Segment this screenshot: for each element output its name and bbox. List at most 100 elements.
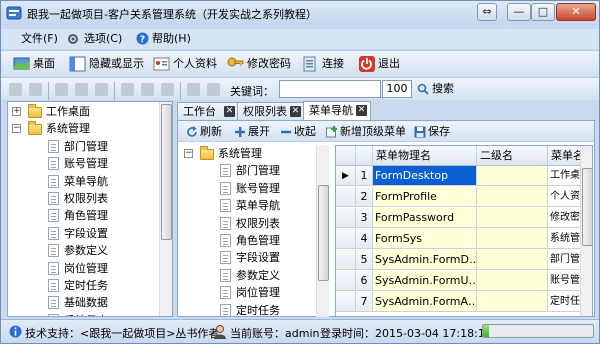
second-name-cell[interactable] bbox=[477, 187, 548, 207]
exit-button[interactable]: 退出 bbox=[358, 54, 404, 74]
desktop-button[interactable]: 桌面 bbox=[13, 54, 63, 74]
tree-node[interactable]: − 系统管理 bbox=[8, 121, 158, 137]
toggle-visibility-button[interactable]: 隐藏或显示 bbox=[69, 54, 147, 74]
grid-header-physical[interactable]: 菜单物理名 bbox=[373, 146, 477, 166]
tab-menu-navigation[interactable]: 菜单导航 ✕ bbox=[303, 101, 371, 121]
physical-name-cell[interactable]: SysAdmin.FormU… bbox=[373, 271, 477, 291]
open-icon[interactable] bbox=[29, 83, 42, 96]
tree-scrollbar-thumb[interactable] bbox=[161, 104, 172, 240]
grid-scrollbar[interactable] bbox=[580, 146, 592, 316]
menu-name-cell[interactable]: 账号管 bbox=[548, 271, 582, 291]
connect-button[interactable]: 连接 bbox=[302, 54, 346, 74]
collapse-icon[interactable]: − bbox=[184, 149, 193, 158]
table-row[interactable]: 5 SysAdmin.FormD… 部门管 bbox=[336, 250, 582, 270]
cut-icon[interactable] bbox=[121, 83, 134, 96]
menu-tree-node[interactable]: 权限列表 bbox=[180, 216, 314, 232]
tree-node[interactable]: 账号管理 bbox=[8, 156, 158, 172]
paste-icon[interactable] bbox=[161, 83, 174, 96]
tree-node[interactable]: 岗位管理 bbox=[8, 261, 158, 277]
new-icon[interactable] bbox=[9, 83, 22, 96]
menu-tree-node[interactable]: 部门管理 bbox=[180, 163, 314, 179]
minimize-button[interactable]: — bbox=[507, 3, 531, 21]
close-button[interactable]: ✕ bbox=[556, 3, 596, 21]
physical-name-cell[interactable]: FormProfile bbox=[373, 187, 477, 207]
copy-icon[interactable] bbox=[141, 83, 154, 96]
redo-icon[interactable] bbox=[207, 83, 220, 96]
physical-name-cell[interactable]: FormSys bbox=[373, 229, 477, 249]
tree-node[interactable]: 基础数据 bbox=[8, 295, 158, 311]
menu-name-cell[interactable]: 系统管 bbox=[548, 229, 582, 249]
physical-name-cell[interactable]: FormPassword bbox=[373, 208, 477, 228]
menu-name-cell[interactable]: 定时任 bbox=[548, 292, 582, 312]
menu-name-cell[interactable]: 修改密 bbox=[548, 208, 582, 228]
profile-button[interactable]: 个人资料 bbox=[153, 54, 219, 74]
undo-icon[interactable] bbox=[187, 83, 200, 96]
menu-tree-node[interactable]: 参数定义 bbox=[180, 268, 314, 284]
close-tab-icon[interactable]: ✕ bbox=[356, 105, 367, 116]
restore-layout-button[interactable]: ⇔ bbox=[477, 3, 497, 21]
grid-scrollbar-thumb[interactable] bbox=[582, 168, 592, 246]
menu-name-cell[interactable]: 工作桌 bbox=[548, 166, 582, 186]
tree-node[interactable]: + 工作桌面 bbox=[8, 104, 158, 120]
table-row[interactable]: 2 FormProfile 个人资 bbox=[336, 187, 582, 207]
save-button[interactable]: 保存 bbox=[414, 123, 456, 140]
collapse-button[interactable]: 收起 bbox=[280, 123, 322, 140]
second-name-cell[interactable] bbox=[477, 208, 548, 228]
result-count-input[interactable]: 100 bbox=[382, 80, 412, 98]
grid-header-name[interactable]: 菜单名 bbox=[548, 146, 582, 166]
table-row[interactable]: 7 SysAdmin.FormA… 定时任 bbox=[336, 292, 582, 312]
table-row[interactable]: 4 FormSys 系统管 bbox=[336, 229, 582, 249]
menu-name-cell[interactable]: 部门管 bbox=[548, 250, 582, 270]
menu-file[interactable]: 文件(F) bbox=[18, 31, 61, 47]
menu-tree-node[interactable]: 定时任务 bbox=[180, 303, 314, 317]
tree-node[interactable]: 角色管理 bbox=[8, 208, 158, 224]
tree-node[interactable]: 部门管理 bbox=[8, 139, 158, 155]
table-row[interactable]: 3 FormPassword 修改密 bbox=[336, 208, 582, 228]
menu-tree-node[interactable]: 角色管理 bbox=[180, 233, 314, 249]
print-icon[interactable] bbox=[95, 83, 108, 96]
menu-name-cell[interactable]: 个人资 bbox=[548, 187, 582, 207]
second-name-cell[interactable] bbox=[477, 229, 548, 249]
second-name-cell[interactable] bbox=[477, 271, 548, 291]
menu-tree-node[interactable]: 岗位管理 bbox=[180, 285, 314, 301]
menu-tree-node[interactable]: 字段设置 bbox=[180, 250, 314, 266]
keyword-input[interactable] bbox=[279, 80, 381, 98]
menu-tree-node[interactable]: − 系统管理 bbox=[180, 146, 314, 162]
table-row[interactable]: 6 SysAdmin.FormU… 账号管 bbox=[336, 271, 582, 291]
tree-node[interactable]: 参数定义 bbox=[8, 243, 158, 259]
menu-tree-scrollbar[interactable] bbox=[316, 145, 329, 317]
grid-header-second[interactable]: 二级名 bbox=[477, 146, 548, 166]
tab-permissions[interactable]: 权限列表 ✕ bbox=[237, 102, 305, 120]
collapse-icon[interactable]: − bbox=[12, 124, 21, 134]
close-tab-icon[interactable]: ✕ bbox=[290, 106, 301, 117]
tree-node[interactable]: 权限列表 bbox=[8, 191, 158, 207]
second-name-cell[interactable] bbox=[477, 166, 548, 186]
toolbar-divider bbox=[48, 82, 49, 100]
menu-tree-node[interactable]: 账号管理 bbox=[180, 181, 314, 197]
tree-scrollbar[interactable] bbox=[159, 102, 172, 316]
change-password-button[interactable]: 修改密码 bbox=[227, 54, 297, 74]
tree-node[interactable]: 字段设置 bbox=[8, 226, 158, 242]
tree-node[interactable]: 定时任务 bbox=[8, 278, 158, 294]
close-tab-icon[interactable]: ✕ bbox=[224, 106, 235, 117]
expand-button[interactable]: 展开 bbox=[234, 123, 276, 140]
add-top-menu-button[interactable]: 新增顶级菜单 bbox=[326, 123, 408, 140]
menu-options[interactable]: 选项(C) bbox=[81, 31, 125, 47]
menu-tree-node[interactable]: 菜单导航 bbox=[180, 198, 314, 214]
menu-tree-scrollbar-thumb[interactable] bbox=[318, 185, 329, 281]
second-name-cell[interactable] bbox=[477, 250, 548, 270]
maximize-button[interactable]: □ bbox=[531, 3, 555, 21]
save-all-icon[interactable] bbox=[75, 83, 88, 96]
tree-node[interactable]: 菜单导航 bbox=[8, 174, 158, 190]
refresh-button[interactable]: 刷新 bbox=[186, 123, 230, 140]
physical-name-cell[interactable]: FormDesktop bbox=[373, 166, 477, 186]
menu-help[interactable]: 帮助(H) bbox=[149, 31, 194, 47]
tab-workbench[interactable]: 工作台 ✕ bbox=[177, 102, 239, 120]
physical-name-cell[interactable]: SysAdmin.FormD… bbox=[373, 250, 477, 270]
table-row[interactable]: ▶ 1 FormDesktop 工作桌 bbox=[336, 166, 582, 186]
physical-name-cell[interactable]: SysAdmin.FormA… bbox=[373, 292, 477, 312]
save-icon[interactable] bbox=[55, 83, 68, 96]
tree-node[interactable]: 系统日志 bbox=[8, 313, 158, 316]
expand-icon[interactable]: + bbox=[12, 107, 21, 116]
second-name-cell[interactable] bbox=[477, 292, 548, 312]
